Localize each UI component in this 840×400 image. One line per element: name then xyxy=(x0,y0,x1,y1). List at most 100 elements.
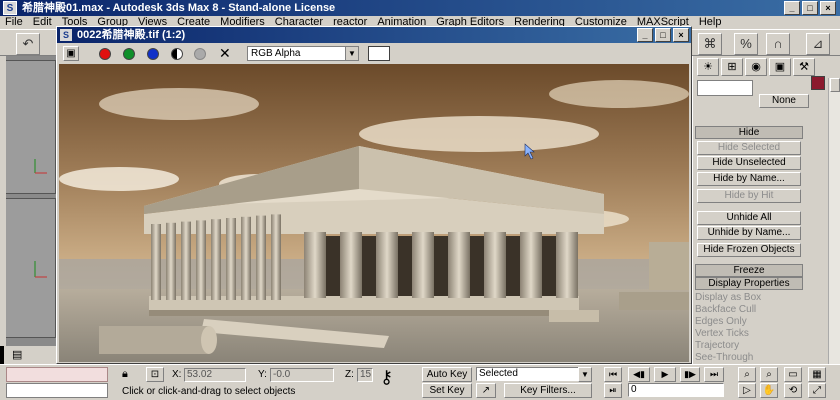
edges-only-option[interactable]: Edges Only xyxy=(695,316,747,327)
column xyxy=(520,232,542,298)
column xyxy=(256,215,266,300)
red-channel-toggle[interactable] xyxy=(99,48,111,60)
column xyxy=(412,232,434,298)
play-icon[interactable]: ▶ xyxy=(654,367,676,382)
maximize-viewport-icon[interactable]: ⤢ xyxy=(808,383,826,398)
vertex-ticks-option[interactable]: Vertex Ticks xyxy=(695,328,749,339)
alpha-channel-toggle[interactable] xyxy=(171,48,183,60)
field-of-view-icon[interactable]: ▷ xyxy=(738,383,756,398)
utilities-tab-icon[interactable]: ⚒ xyxy=(793,58,815,76)
go-to-start-icon[interactable]: ⏮ xyxy=(604,367,622,382)
scrollbar-thumb[interactable] xyxy=(830,78,840,92)
command-panel-scrollbar[interactable] xyxy=(828,78,840,364)
column xyxy=(166,222,176,300)
zoom-extents-icon[interactable]: ▭ xyxy=(784,367,802,382)
current-frame-field[interactable]: 0 xyxy=(628,383,724,397)
viewport-top[interactable] xyxy=(4,60,56,194)
display-properties-rollout[interactable]: Display Properties xyxy=(695,277,803,290)
lock-icon[interactable]: 🔒︎ xyxy=(122,368,128,381)
arc-rotate-icon[interactable]: ⟲ xyxy=(784,383,802,398)
app-titlebar: S 希腊神殿01.max - Autodesk 3ds Max 8 - Stan… xyxy=(0,0,840,16)
rendered-image-window: S 0022希腊神殿.tif (1:2) _ □ × ▣ ✕ RGB Alpha… xyxy=(56,26,692,364)
hide-rollout[interactable]: Hide xyxy=(695,126,803,139)
column xyxy=(484,232,506,298)
none-button[interactable]: None xyxy=(759,94,809,108)
app-title: 希腊神殿01.max - Autodesk 3ds Max 8 - Stand-… xyxy=(22,2,336,14)
trajectory-option[interactable]: Trajectory xyxy=(695,340,739,351)
green-channel-toggle[interactable] xyxy=(123,48,135,60)
column xyxy=(376,232,398,298)
key-filters-button[interactable]: Key Filters... xyxy=(504,383,592,398)
menu-file[interactable]: File xyxy=(0,16,28,29)
backface-cull-option[interactable]: Backface Cull xyxy=(695,304,756,315)
chevron-down-icon[interactable]: ▼ xyxy=(578,367,592,382)
set-key-curve-icon[interactable]: ↗ xyxy=(476,383,496,398)
background-color-swatch[interactable] xyxy=(368,46,390,61)
go-to-end-icon[interactable]: ⏭ xyxy=(704,367,724,382)
display-tab-icon[interactable]: ▣ xyxy=(769,58,791,76)
status-prompt: Click or click-and-drag to select object… xyxy=(122,386,296,397)
hide-frozen-objects-button[interactable]: Hide Frozen Objects xyxy=(697,243,801,257)
minimize-button[interactable]: _ xyxy=(784,1,800,15)
freeze-rollout[interactable]: Freeze xyxy=(695,264,803,277)
column xyxy=(241,216,251,300)
menu-edit[interactable]: Edit xyxy=(28,16,57,29)
viewport-area-left[interactable] xyxy=(0,56,58,346)
previous-frame-icon[interactable]: ◀▮ xyxy=(628,367,650,382)
clear-icon[interactable]: ✕ xyxy=(219,45,231,61)
close-button[interactable]: × xyxy=(820,1,836,15)
z-coordinate-field[interactable]: 15 xyxy=(357,368,373,382)
column xyxy=(226,218,236,300)
selection-lock-toggle[interactable]: ⊡ xyxy=(146,367,164,382)
percent-snap-icon[interactable]: % xyxy=(734,33,758,55)
rendered-scene-image xyxy=(59,64,689,362)
maxscript-listener-pink[interactable] xyxy=(6,367,108,382)
hide-by-name-button[interactable]: Hide by Name... xyxy=(697,172,801,186)
chevron-down-icon: ▼ xyxy=(345,47,358,60)
viewport-bottom[interactable] xyxy=(4,198,56,338)
maximize-button[interactable]: □ xyxy=(802,1,818,15)
spinner-snap-icon[interactable]: ∩ xyxy=(766,33,790,55)
object-color-swatch[interactable] xyxy=(811,76,825,90)
see-through-option[interactable]: See-Through xyxy=(695,352,753,363)
save-image-icon[interactable]: ▣ xyxy=(63,46,79,61)
hide-selected-button[interactable]: Hide Selected xyxy=(697,141,801,155)
zoom-all-icon[interactable]: ⌕ xyxy=(760,367,778,382)
mono-channel-toggle[interactable] xyxy=(194,48,206,60)
hide-unselected-button[interactable]: Hide Unselected xyxy=(697,156,801,170)
3ds-max-icon: S xyxy=(60,29,72,41)
motion-tab-icon[interactable]: ◉ xyxy=(745,58,767,76)
set-key-button[interactable]: Set Key xyxy=(422,383,472,398)
image-close-button[interactable]: × xyxy=(673,28,689,42)
unhide-by-name-button[interactable]: Unhide by Name... xyxy=(697,226,801,240)
zoom-icon[interactable]: ⌕ xyxy=(738,367,756,382)
undo-icon[interactable]: ↶ xyxy=(16,33,40,55)
auto-key-button[interactable]: Auto Key xyxy=(422,367,472,382)
x-coordinate-field[interactable]: 53.02 xyxy=(184,368,246,382)
pan-hand-icon[interactable]: ✋ xyxy=(760,383,778,398)
command-tabs: ☀ ⊞ ◉ ▣ ⚒ xyxy=(697,58,815,76)
hierarchy-tab-icon[interactable]: ⊞ xyxy=(721,58,743,76)
maxscript-listener-white[interactable] xyxy=(6,383,108,398)
create-tab-icon[interactable]: ☀ xyxy=(697,58,719,76)
name-field[interactable] xyxy=(697,80,753,96)
next-frame-icon[interactable]: ▮▶ xyxy=(680,367,700,382)
key-mode-icon[interactable]: ⏯ xyxy=(604,383,622,398)
snap-toggle-icon[interactable]: ⌘ xyxy=(698,33,722,55)
image-maximize-button[interactable]: □ xyxy=(655,28,671,42)
layer-icon[interactable]: ▤ xyxy=(12,348,22,361)
image-minimize-button[interactable]: _ xyxy=(637,28,653,42)
display-as-box-option[interactable]: Display as Box xyxy=(695,292,761,303)
y-coordinate-field[interactable]: -0.0 xyxy=(270,368,334,382)
hide-by-hit-button[interactable]: Hide by Hit xyxy=(697,189,801,203)
channel-dropdown[interactable]: RGB Alpha ▼ xyxy=(247,46,359,61)
greek-temple-render xyxy=(59,64,689,362)
blue-channel-toggle[interactable] xyxy=(147,48,159,60)
named-selection-icon[interactable]: ⊿ xyxy=(806,33,830,55)
selection-set-dropdown[interactable]: Selected xyxy=(476,367,592,381)
menu-help[interactable]: Help xyxy=(694,16,727,29)
unhide-all-button[interactable]: Unhide All xyxy=(697,211,801,225)
axis-tripod-icon xyxy=(34,159,47,174)
zoom-extents-all-icon[interactable]: ▦ xyxy=(808,367,826,382)
column xyxy=(151,224,161,300)
